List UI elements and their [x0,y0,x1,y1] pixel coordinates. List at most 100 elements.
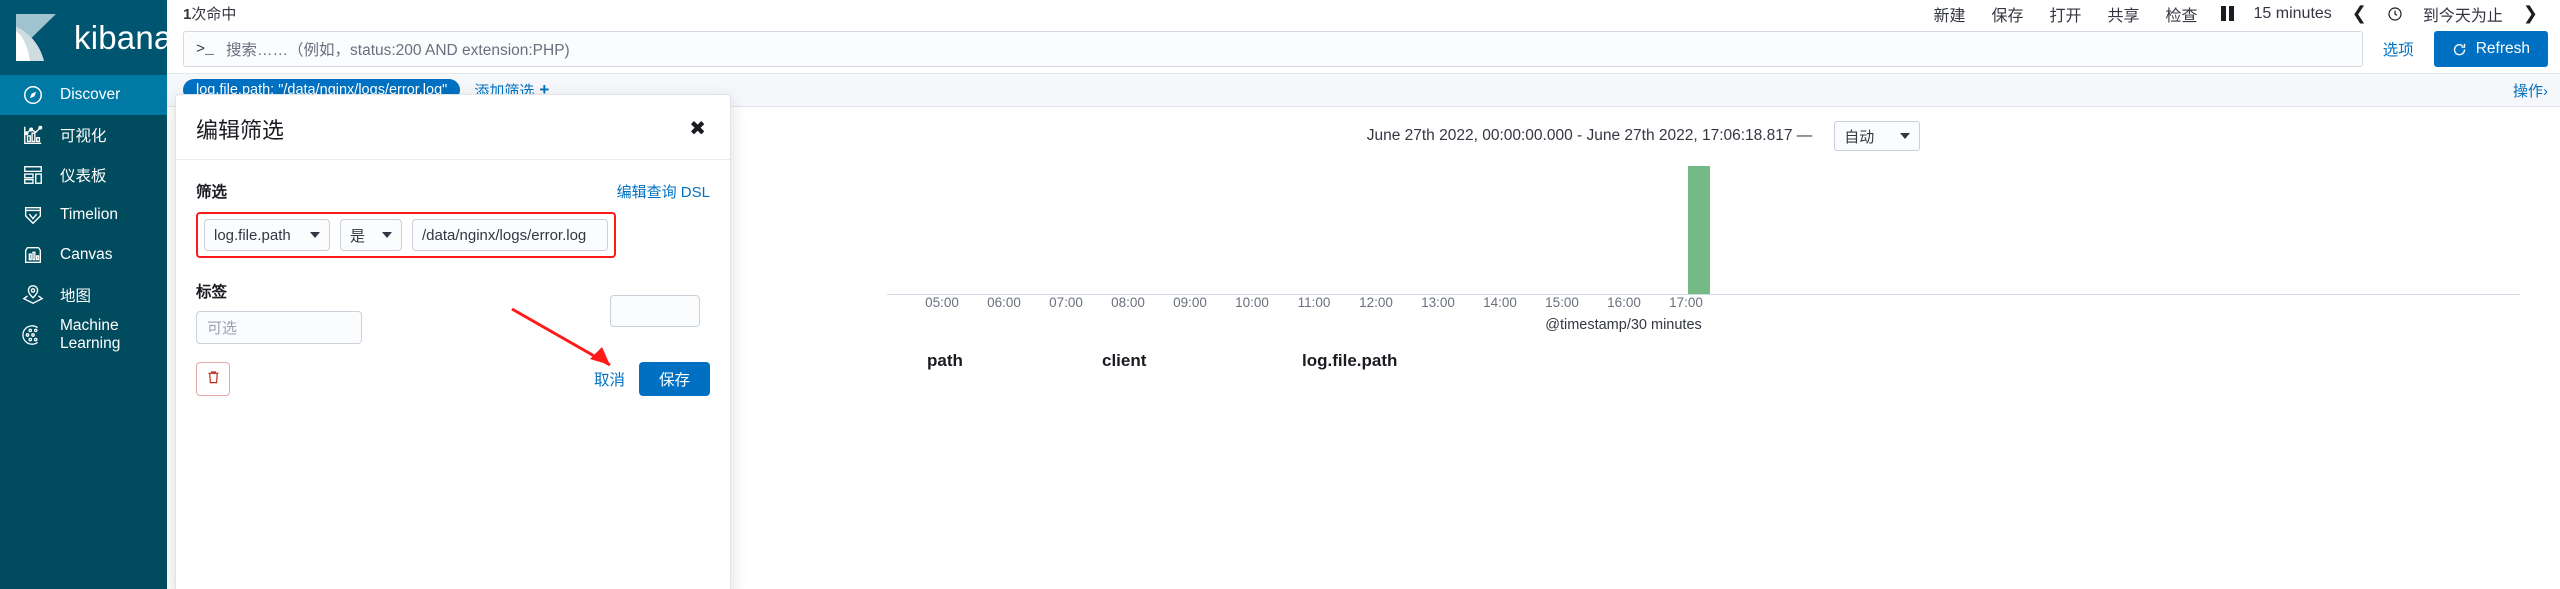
machine-learning-icon [22,324,44,346]
sidebar-item-timelion[interactable]: Timelion [0,195,167,235]
operator-select-value: 是 [350,227,366,245]
modal-body: 筛选 编辑查询 DSL log.file.path 是 /data/nginx/… [176,160,730,344]
operations-label: 操作 [2512,82,2543,100]
kibana-app: kibana Discover 可视化 仪表板 Timelion Canvas … [0,0,2560,589]
cancel-button[interactable]: 取消 [594,368,625,390]
x-tick: 10:00 [1235,295,1269,310]
sidebar-item-visualize[interactable]: 可视化 [0,115,167,155]
x-tick: 11:00 [1297,295,1331,310]
interval-select[interactable]: 自动 [1834,121,1921,151]
edit-filter-modal: 编辑筛选 ✖ 筛选 编辑查询 DSL log.file.path 是 /data… [175,94,731,589]
search-row: >_ 搜索……（例如，status:200 AND extension:PHP)… [167,27,2560,73]
edit-query-dsl-link[interactable]: 编辑查询 DSL [617,181,710,202]
filter-section-label: 筛选 [196,184,228,201]
chevron-left-icon[interactable]: ❮ [2342,3,2377,24]
chart-time-range: June 27th 2022, 00:00:00.000 - June 27th… [1366,127,1813,144]
filter-editor-row: log.file.path 是 /data/nginx/logs/error.l… [196,212,616,258]
dashboard-icon [22,164,44,186]
chart-axis-title: @timestamp/30 minutes [1545,317,1702,333]
save-filter-button[interactable]: 保存 [638,362,710,396]
x-tick: 17:00 [1669,295,1703,310]
operations-link[interactable]: 操作› [2513,80,2548,101]
modal-header: 编辑筛选 ✖ [176,95,730,160]
sidebar-item-dashboard[interactable]: 仪表板 [0,155,167,195]
filter-value-text: /data/nginx/logs/error.log [422,226,587,244]
modal-title: 编辑筛选 [196,118,285,143]
interval-value: 自动 [1844,128,1875,146]
chevron-down-icon [382,232,392,238]
compass-icon [22,84,44,106]
search-placeholder: 搜索……（例如，status:200 AND extension:PHP) [226,42,570,59]
close-icon[interactable]: ✖ [685,117,710,141]
modal-footer: 取消 保存 [176,344,730,414]
secondary-value-input[interactable] [610,295,700,327]
hits-count: 1次命中 [183,3,236,24]
sidebar-item-label: Machine Learning [60,317,121,352]
brand[interactable]: kibana [0,0,172,75]
x-tick: 12:00 [1359,295,1393,310]
filter-value-input[interactable]: /data/nginx/logs/error.log [412,219,608,251]
sidebar-item-label: Canvas [60,246,113,263]
refresh-button[interactable]: Refresh [2433,31,2548,67]
toolbar-actions: 新建 保存 打开 共享 检查 15 minutes ❮ 到今天为止 ❯ [1920,2,2548,26]
x-tick: 06:00 [987,295,1021,310]
sidebar-item-maps[interactable]: 地图 [0,275,167,315]
clock-icon [2377,6,2413,22]
column-header-path[interactable]: path [927,351,1102,371]
label-input[interactable]: 可选 [196,311,362,344]
sidebar-item-discover[interactable]: Discover [0,75,167,115]
histogram-bar[interactable] [1688,166,1710,294]
sidebar-item-machine-learning[interactable]: Machine Learning [0,315,167,355]
map-pin-icon [22,284,44,306]
chevron-right-icon[interactable]: ❯ [2513,3,2548,24]
delete-filter-button[interactable] [196,362,230,396]
share-button[interactable]: 共享 [2095,2,2153,26]
x-tick: 15:00 [1545,295,1579,310]
chevron-down-icon [310,232,320,238]
x-tick: 16:00 [1607,295,1641,310]
column-header-client[interactable]: client [1102,351,1302,371]
sidebar-item-label: Timelion [60,206,118,223]
x-tick: 14:00 [1483,295,1517,310]
x-tick: 07:00 [1049,295,1083,310]
timelion-icon [22,204,44,226]
refresh-interval-label[interactable]: 15 minutes [2244,5,2342,23]
hits-label: 次命中 [191,6,237,23]
filter-label-row: 筛选 编辑查询 DSL [196,180,710,202]
options-link[interactable]: 选项 [2375,38,2422,60]
search-input[interactable]: >_ 搜索……（例如，status:200 AND extension:PHP) [183,31,2363,67]
field-select-value: log.file.path [214,226,291,244]
sidebar-item-label: 地图 [60,288,92,305]
chart-x-ticks: 05:00 06:00 07:00 08:00 09:00 10:00 11:0… [687,295,2560,315]
refresh-icon [2452,42,2467,57]
save-button[interactable]: 保存 [1978,2,2036,26]
sidebar-item-label: Discover [60,86,121,103]
sidebar-item-label: 仪表板 [60,168,107,185]
kibana-logo-icon [14,13,60,63]
column-header-log-file-path[interactable]: log.file.path [1302,351,1397,371]
label-input-placeholder: 可选 [207,320,238,337]
x-tick: 05:00 [925,295,959,310]
operator-select[interactable]: 是 [340,219,402,251]
refresh-label: Refresh [2475,40,2530,57]
sidebar: kibana Discover 可视化 仪表板 Timelion Canvas … [0,0,172,589]
results-table-header: path client log.file.path [927,351,2560,371]
trash-icon [206,369,221,390]
sidebar-item-label: 可视化 [60,128,107,145]
sidebar-item-canvas[interactable]: Canvas [0,235,167,275]
top-toolbar: 1次命中 新建 保存 打开 共享 检查 15 minutes ❮ 到今天为止 ❯ [167,0,2560,27]
modal-footer-actions: 取消 保存 [594,362,710,396]
pause-icon[interactable] [2211,6,2244,21]
histogram-chart [687,163,2560,295]
inspect-button[interactable]: 检查 [2153,2,2211,26]
open-button[interactable]: 打开 [2036,2,2094,26]
query-prompt-icon: >_ [196,40,215,58]
new-button[interactable]: 新建 [1920,2,1978,26]
chart-header: June 27th 2022, 00:00:00.000 - June 27th… [727,107,2560,151]
field-select[interactable]: log.file.path [204,219,330,251]
chevron-down-icon [1900,133,1911,139]
x-tick: 08:00 [1111,295,1145,310]
x-tick: 09:00 [1173,295,1207,310]
main-area: 1次命中 新建 保存 打开 共享 检查 15 minutes ❮ 到今天为止 ❯ [167,0,2560,589]
time-range-label[interactable]: 到今天为止 [2413,2,2513,26]
